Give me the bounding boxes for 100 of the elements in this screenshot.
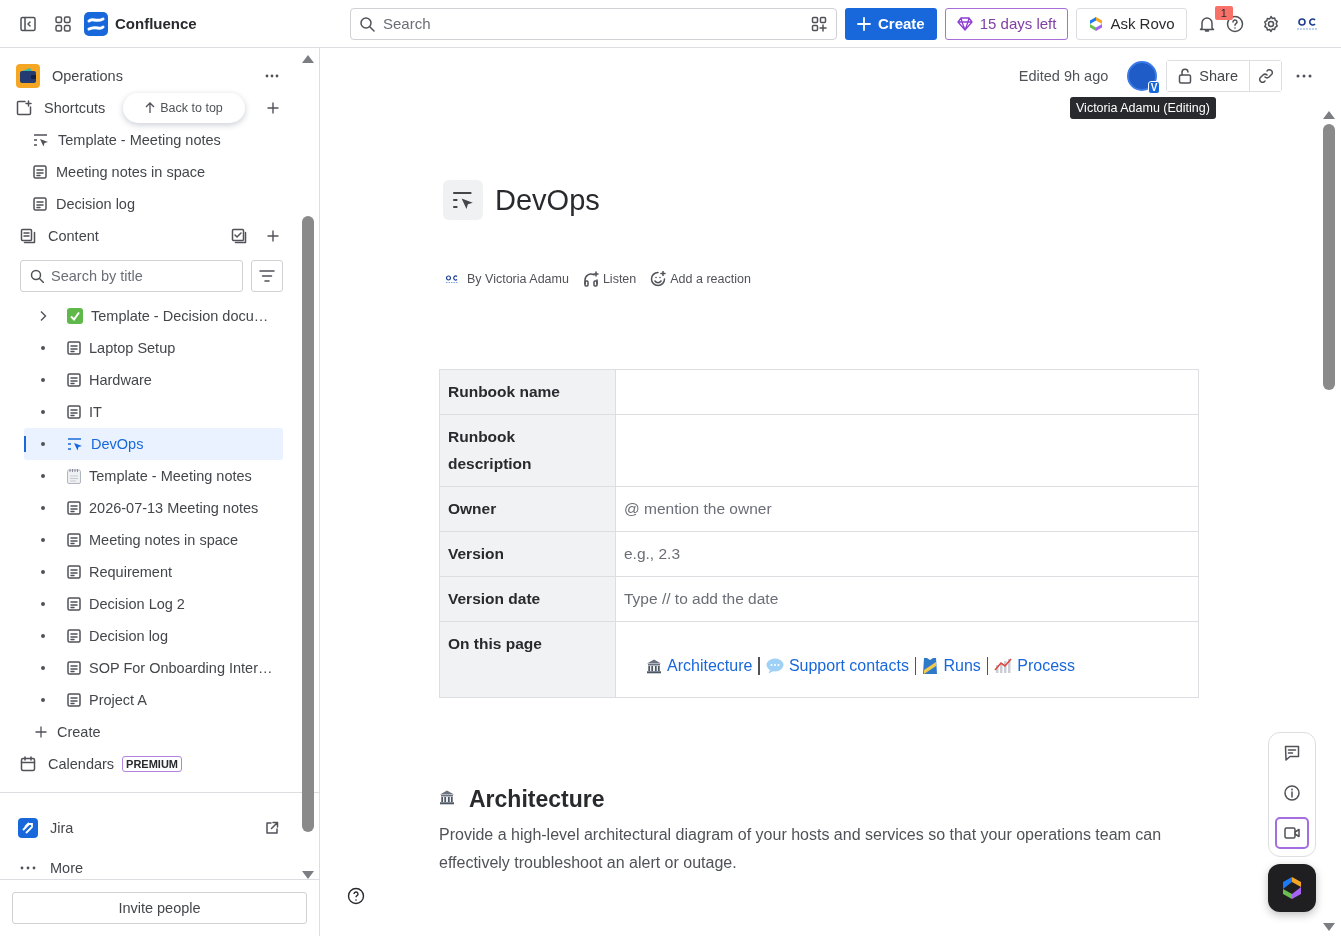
grid-icon bbox=[55, 15, 71, 32]
page-tree-item[interactable]: 2026-07-13 Meeting notes bbox=[24, 492, 283, 524]
page-tree-item[interactable]: Laptop Setup bbox=[24, 332, 283, 364]
unlock-icon bbox=[1178, 68, 1193, 84]
page-emoji-button[interactable] bbox=[443, 180, 483, 220]
share-button[interactable]: Share bbox=[1167, 61, 1250, 91]
filter-grid-icon[interactable] bbox=[811, 15, 827, 32]
content-header[interactable]: Content bbox=[16, 220, 283, 252]
page-tree-item[interactable]: SOP For Onboarding Inter… bbox=[24, 652, 283, 684]
table-header-cell: On this page bbox=[439, 621, 616, 698]
chevron-right-icon[interactable] bbox=[39, 310, 47, 322]
info-icon bbox=[1284, 785, 1300, 801]
collaborator-avatar[interactable]: V bbox=[1127, 61, 1158, 91]
table-header-cell: Owner bbox=[439, 486, 616, 532]
notification-count: 1 bbox=[1214, 5, 1233, 20]
product-logo[interactable]: Confluence bbox=[84, 11, 197, 36]
video-camera-icon bbox=[1284, 827, 1300, 839]
page-icon bbox=[33, 197, 47, 211]
profile-logo-icon bbox=[1294, 16, 1319, 31]
page-tree-item[interactable]: Project A bbox=[24, 684, 283, 716]
shortcut-icon bbox=[16, 100, 32, 116]
page-tree-item[interactable]: DevOps bbox=[24, 428, 283, 460]
page-icon bbox=[67, 693, 81, 707]
toc-link[interactable]: Process bbox=[994, 652, 1076, 679]
search-field[interactable]: Search bbox=[350, 7, 837, 40]
section-paragraph: Provide a high-level architectural diagram of your hosts and services so that your operations team can effectively troubleshoot an alert or outage. bbox=[439, 825, 1163, 873]
content-icon bbox=[20, 228, 36, 244]
plus-icon[interactable] bbox=[267, 230, 279, 242]
page-tree-item[interactable]: IT bbox=[24, 396, 283, 428]
diamond-icon bbox=[956, 16, 973, 31]
help-icon bbox=[1225, 14, 1244, 33]
more-item[interactable]: More bbox=[16, 856, 283, 879]
page-tree-item[interactable]: Requirement bbox=[24, 556, 283, 588]
create-link[interactable]: Create bbox=[16, 716, 283, 748]
scroll-down-icon bbox=[301, 870, 315, 880]
headphones-icon bbox=[582, 271, 599, 287]
page-icon bbox=[67, 629, 81, 643]
page-tree-item[interactable]: Decision log bbox=[24, 620, 283, 652]
scroll-up-icon bbox=[301, 54, 315, 64]
list-cursor-icon bbox=[33, 133, 49, 147]
create-button[interactable]: Create bbox=[845, 7, 937, 40]
page-icon bbox=[67, 341, 81, 355]
more-icon bbox=[1296, 74, 1312, 78]
jersey-icon bbox=[922, 656, 939, 675]
app-link[interactable]: Jira bbox=[16, 812, 283, 844]
list-cursor-icon bbox=[451, 190, 475, 210]
toc-link[interactable]: Support contacts bbox=[765, 652, 909, 679]
ask-rovo-button[interactable]: Ask Rovo bbox=[1076, 7, 1187, 40]
speech-bubble-icon bbox=[765, 657, 784, 674]
page-icon bbox=[67, 405, 81, 419]
sidebar-toggle-icon bbox=[20, 15, 36, 32]
toc-link[interactable]: Runs bbox=[922, 652, 981, 679]
scroll-up-icon bbox=[1322, 110, 1336, 120]
plus-icon bbox=[35, 726, 47, 738]
checklist-icon[interactable] bbox=[231, 228, 247, 244]
page-icon bbox=[67, 501, 81, 515]
notifications-button[interactable] bbox=[1198, 14, 1215, 33]
page-icon bbox=[67, 565, 81, 579]
space-header[interactable]: Operations bbox=[16, 60, 283, 92]
shortcut-item[interactable]: Meeting notes in space bbox=[16, 156, 283, 188]
page-icon bbox=[67, 533, 81, 547]
listen-button[interactable]: Listen bbox=[582, 271, 637, 287]
filter-button[interactable] bbox=[251, 260, 283, 292]
toc-link[interactable]: Architecture bbox=[646, 652, 753, 679]
calendars-item[interactable]: Calendars PREMIUM bbox=[16, 748, 283, 780]
shortcut-item[interactable]: Decision log bbox=[16, 188, 283, 220]
rovo-chat-button[interactable] bbox=[1268, 864, 1316, 912]
page-tree-item[interactable]: Hardware bbox=[24, 364, 283, 396]
page-tree-item[interactable]: Decision Log 2 bbox=[24, 588, 283, 620]
plus-icon[interactable] bbox=[267, 102, 279, 114]
author-logo-icon bbox=[445, 274, 459, 284]
more-icon[interactable] bbox=[265, 74, 279, 78]
page-tree-item[interactable]: Template - Decision docu… bbox=[24, 300, 283, 332]
page-title: DevOps bbox=[495, 183, 600, 217]
video-button[interactable] bbox=[1275, 817, 1309, 849]
filter-icon bbox=[259, 270, 275, 282]
back-to-top-button[interactable]: Back to top bbox=[123, 93, 245, 123]
external-link-icon[interactable] bbox=[265, 821, 279, 835]
table-cell: Type // to add the date bbox=[615, 576, 1199, 622]
section-heading: Architecture bbox=[469, 786, 605, 813]
author-link[interactable]: By Victoria Adamu bbox=[445, 272, 569, 286]
page-tree-item[interactable]: Meeting notes in space bbox=[24, 524, 283, 556]
trial-button[interactable]: 15 days left bbox=[944, 7, 1069, 40]
scrollbar-thumb[interactable] bbox=[302, 216, 314, 832]
bell-icon bbox=[1198, 15, 1215, 32]
avatar-badge: V bbox=[1147, 81, 1161, 94]
add-reaction-button[interactable]: Add a reaction bbox=[650, 271, 751, 287]
search-field[interactable]: Search by title bbox=[20, 260, 243, 292]
table-header-cell: Version bbox=[439, 531, 616, 577]
hexagon-icon bbox=[1281, 876, 1303, 900]
link-icon bbox=[1257, 68, 1274, 84]
scrollbar-thumb[interactable] bbox=[1323, 124, 1335, 390]
shortcuts-header[interactable]: Shortcuts Back to top bbox=[16, 92, 283, 124]
logo-icon bbox=[84, 11, 108, 36]
arrow-up-icon bbox=[145, 102, 156, 114]
page-tree-item[interactable]: Template - Meeting notes bbox=[24, 460, 283, 492]
invite-people-button[interactable]: Invite people bbox=[12, 892, 307, 924]
notepad-icon bbox=[67, 468, 81, 484]
shortcut-item[interactable]: Template - Meeting notes bbox=[16, 124, 283, 156]
table-cell: @ mention the owner bbox=[615, 486, 1199, 532]
